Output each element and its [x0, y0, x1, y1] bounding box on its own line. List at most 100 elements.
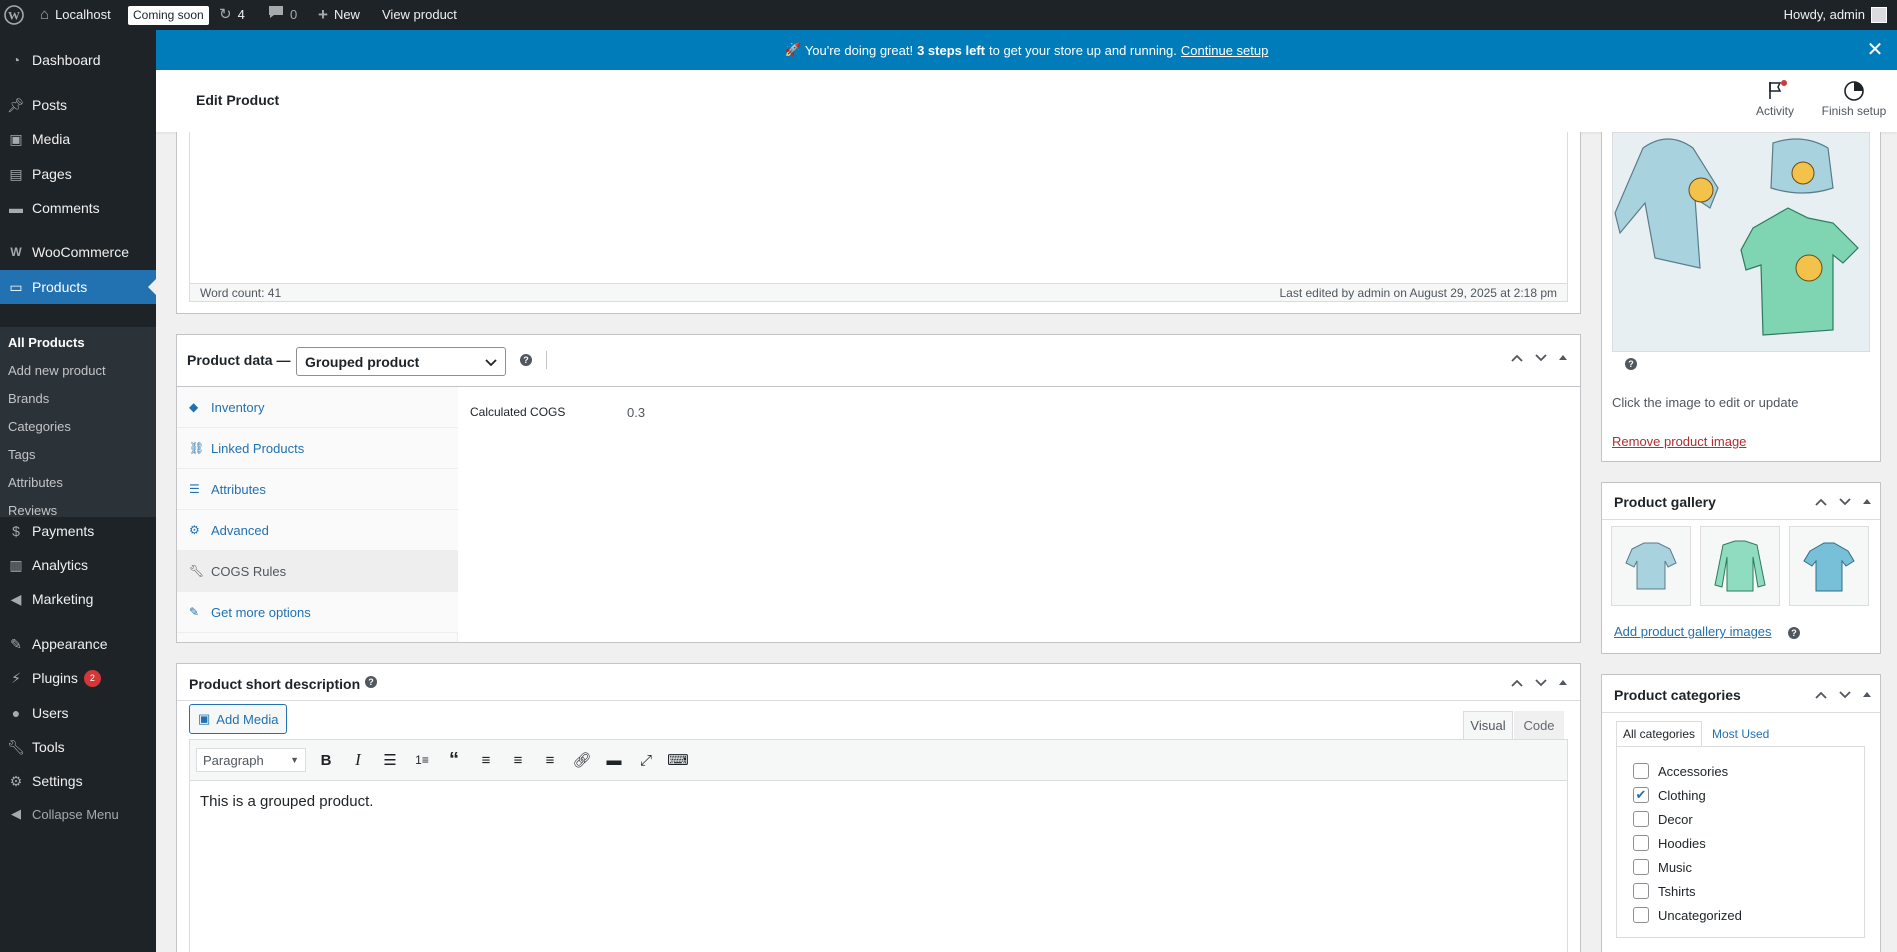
submenu-attributes[interactable]: Attributes	[8, 475, 63, 490]
add-media-button[interactable]: ▣ Add Media	[189, 704, 288, 734]
category-accessories[interactable]: Accessories	[1633, 763, 1728, 779]
bullet-list-icon[interactable]: ☰	[374, 744, 406, 776]
product-type-select[interactable]: Grouped product	[296, 347, 506, 376]
sidebar-item-woocommerce[interactable]: W WooCommerce	[0, 235, 156, 269]
submenu-categories[interactable]: Categories	[8, 419, 71, 434]
submenu-all-products[interactable]: All Products	[8, 335, 85, 350]
help-icon[interactable]: ?	[1788, 627, 1800, 639]
toggle-panel-icon[interactable]	[1862, 495, 1872, 510]
tab-inventory[interactable]: ◆ Inventory	[177, 387, 458, 428]
category-uncategorized[interactable]: Uncategorized	[1633, 907, 1742, 923]
product-image[interactable]	[1612, 132, 1870, 352]
bold-icon[interactable]: B	[310, 744, 342, 776]
sidebar-item-dashboard[interactable]: ◔ Dashboard	[0, 43, 156, 77]
sidebar-item-comments[interactable]: ▬ Comments	[0, 191, 156, 225]
checkbox[interactable]	[1633, 883, 1649, 899]
tab-linked-products[interactable]: ⛓︎ Linked Products	[177, 428, 458, 469]
sidebar-item-users[interactable]: ● Users	[0, 696, 156, 730]
tab-code[interactable]: Code	[1514, 711, 1564, 739]
move-down-icon[interactable]	[1838, 495, 1852, 510]
sidebar-item-products[interactable]: ▭ Products	[0, 270, 156, 304]
site-name-link[interactable]: ⌂ Localhost	[40, 0, 111, 30]
checkbox[interactable]	[1633, 859, 1649, 875]
comments-link[interactable]: 0	[268, 0, 297, 30]
category-label: Hoodies	[1658, 835, 1706, 851]
tab-cogs-rules[interactable]: 🔧︎ COGS Rules	[177, 551, 458, 592]
submenu-brands[interactable]: Brands	[8, 391, 49, 406]
italic-icon[interactable]: I	[342, 744, 374, 776]
sidebar-item-marketing[interactable]: ◀ Marketing	[0, 582, 156, 616]
toggle-panel-icon[interactable]	[1558, 351, 1568, 366]
category-decor[interactable]: Decor	[1633, 811, 1693, 827]
fullscreen-icon[interactable]: ⤢	[630, 744, 662, 776]
content-editor-area[interactable]	[189, 132, 1568, 284]
align-center-icon[interactable]: ≡	[502, 744, 534, 776]
sidebar-item-posts[interactable]: 📌︎ Posts	[0, 88, 156, 122]
toggle-panel-icon[interactable]	[1862, 688, 1872, 703]
sidebar-item-tools[interactable]: 🔧︎ Tools	[0, 730, 156, 764]
svg-text:W: W	[8, 9, 20, 23]
gallery-image-longsleeve[interactable]	[1700, 526, 1780, 606]
tab-most-used[interactable]: Most Used	[1712, 721, 1769, 747]
category-music[interactable]: Music	[1633, 859, 1692, 875]
checkbox[interactable]	[1633, 763, 1649, 779]
help-icon[interactable]: ?	[1625, 358, 1637, 370]
tab-get-more-options[interactable]: ✎ Get more options	[177, 592, 458, 633]
move-up-icon[interactable]	[1814, 688, 1828, 703]
coming-soon-badge[interactable]: Coming soon	[128, 0, 209, 30]
divider	[177, 700, 1580, 701]
move-up-icon[interactable]	[1510, 351, 1524, 366]
category-hoodies[interactable]: Hoodies	[1633, 835, 1706, 851]
move-up-icon[interactable]	[1510, 676, 1524, 691]
updates-link[interactable]: ↻ 4	[219, 0, 245, 30]
move-down-icon[interactable]	[1534, 351, 1548, 366]
continue-setup-link[interactable]: Continue setup	[1181, 43, 1268, 58]
view-product-link[interactable]: View product	[382, 0, 457, 30]
finish-setup-button[interactable]: Finish setup	[1818, 80, 1890, 118]
align-left-icon[interactable]: ≡	[470, 744, 502, 776]
new-content-link[interactable]: + New	[318, 0, 360, 30]
move-down-icon[interactable]	[1534, 676, 1548, 691]
format-select[interactable]: Paragraph ▼	[196, 748, 306, 772]
keyboard-icon[interactable]: ⌨	[662, 744, 694, 776]
sidebar-item-media[interactable]: ▣ Media	[0, 122, 156, 156]
align-right-icon[interactable]: ≡	[534, 744, 566, 776]
tab-advanced[interactable]: ⚙ Advanced	[177, 510, 458, 551]
add-gallery-images-link[interactable]: Add product gallery images	[1614, 624, 1772, 639]
help-icon[interactable]: ?	[365, 676, 377, 688]
sidebar-item-analytics[interactable]: ▥ Analytics	[0, 548, 156, 582]
help-icon[interactable]: ?	[520, 354, 532, 366]
blockquote-icon[interactable]: “	[438, 744, 470, 776]
checkbox[interactable]	[1633, 811, 1649, 827]
read-more-icon[interactable]: ▬	[598, 744, 630, 776]
close-icon[interactable]: ✕	[1865, 40, 1885, 60]
submenu-add-new-product[interactable]: Add new product	[8, 363, 106, 378]
my-account-link[interactable]: Howdy, admin	[1784, 0, 1887, 30]
sidebar-item-payments[interactable]: $ Payments	[0, 514, 156, 548]
sidebar-item-pages[interactable]: ▤ Pages	[0, 157, 156, 191]
collapse-menu-button[interactable]: ◀ Collapse Menu	[0, 797, 156, 831]
gallery-image-tshirt[interactable]	[1789, 526, 1869, 606]
checkbox[interactable]	[1633, 835, 1649, 851]
checkbox-checked[interactable]: ✔	[1633, 787, 1649, 803]
gallery-image-polo[interactable]	[1611, 526, 1691, 606]
remove-product-image-link[interactable]: Remove product image	[1612, 434, 1746, 449]
tab-all-categories[interactable]: All categories	[1616, 721, 1702, 747]
tab-visual[interactable]: Visual	[1463, 711, 1513, 739]
checkbox[interactable]	[1633, 907, 1649, 923]
link-icon[interactable]: 🔗︎	[566, 744, 598, 776]
submenu-tags[interactable]: Tags	[8, 447, 35, 462]
numbered-list-icon[interactable]: 1≡	[406, 744, 438, 776]
activity-button[interactable]: Activity	[1749, 80, 1801, 118]
category-clothing[interactable]: ✔ Clothing	[1633, 787, 1706, 803]
toggle-panel-icon[interactable]	[1558, 676, 1568, 691]
short-description-editor[interactable]: This is a grouped product.	[189, 781, 1568, 952]
sidebar-item-plugins[interactable]: ⚡︎ Plugins 2	[0, 661, 156, 695]
category-tshirts[interactable]: Tshirts	[1633, 883, 1696, 899]
move-up-icon[interactable]	[1814, 495, 1828, 510]
sidebar-item-appearance[interactable]: ✎ Appearance	[0, 627, 156, 661]
wordpress-logo-icon[interactable]: W	[4, 0, 24, 30]
move-down-icon[interactable]	[1838, 688, 1852, 703]
sidebar-item-settings[interactable]: ⚙ Settings	[0, 764, 156, 798]
tab-attributes[interactable]: ☰ Attributes	[177, 469, 458, 510]
